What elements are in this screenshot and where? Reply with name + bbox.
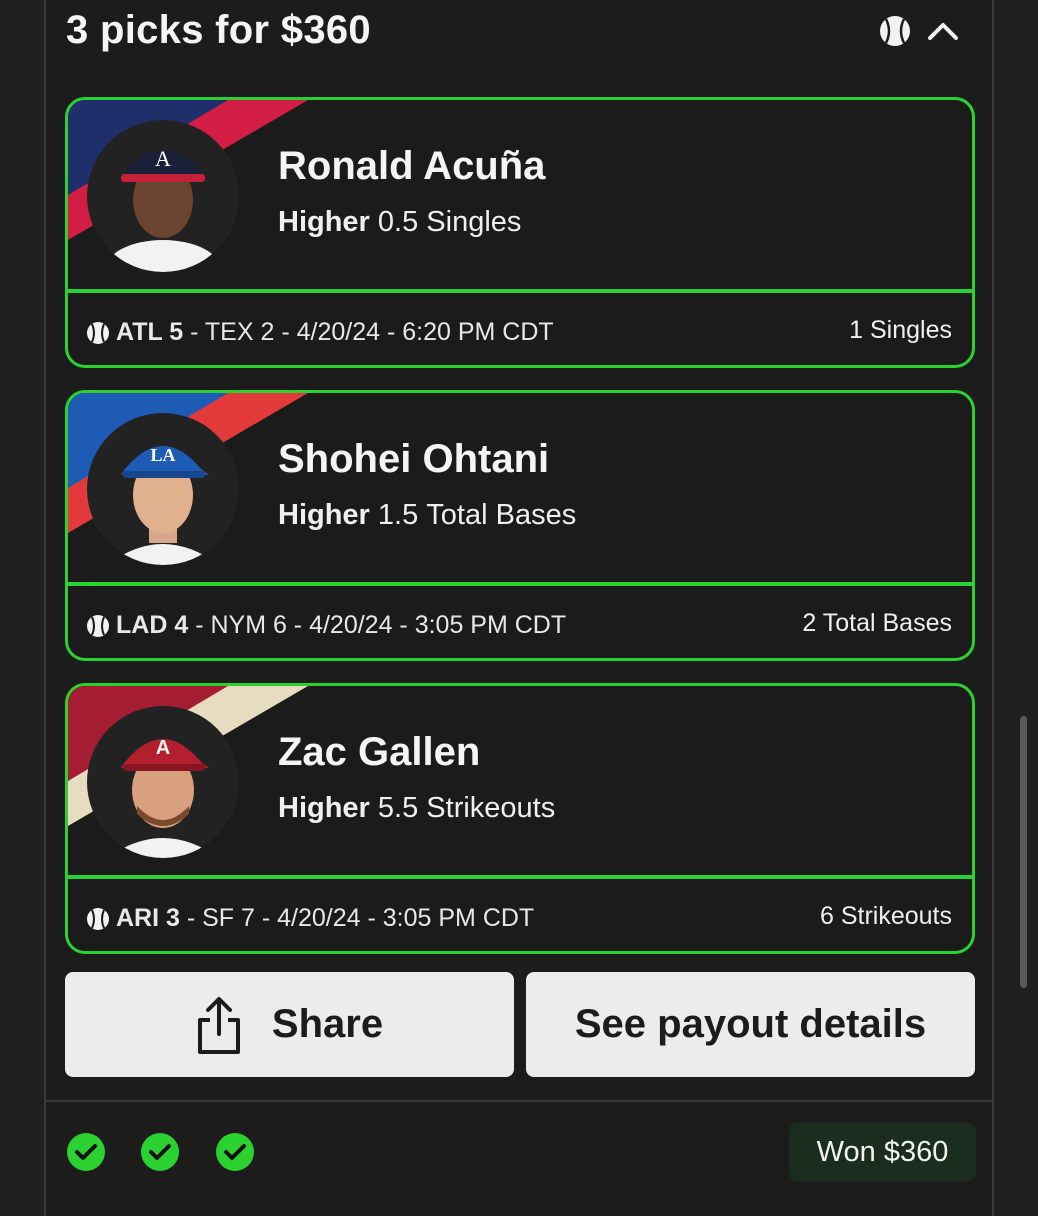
- player-avatar: A: [87, 120, 239, 272]
- status-badge: Won $360: [789, 1123, 976, 1181]
- player-name: Ronald Acuña: [278, 144, 546, 188]
- footer-divider: [46, 1100, 992, 1102]
- pick-line: Higher 0.5 Singles: [278, 206, 522, 238]
- pick-line: Higher 5.5 Strikeouts: [278, 792, 556, 824]
- card-divider: [68, 875, 972, 879]
- baseball-icon: [880, 16, 910, 46]
- entry-title: 3 picks for $360: [66, 8, 371, 52]
- check-circle-icon: [67, 1133, 105, 1171]
- pick-result: 6 Strikeouts: [819, 902, 952, 930]
- pick-card[interactable]: LA Shohei Ohtani Higher 1.5 Total Bases …: [65, 390, 975, 661]
- chevron-up-icon[interactable]: [926, 16, 960, 46]
- player-avatar: LA: [87, 413, 239, 565]
- baseball-icon: [87, 614, 109, 637]
- game-details: - TEX 2 - 4/20/24 - 6:20 PM CDT: [190, 318, 554, 346]
- pick-card[interactable]: A Ronald Acuña Higher 0.5 Singles ATL 5 …: [65, 97, 975, 368]
- pick-line: Higher 1.5 Total Bases: [278, 499, 577, 531]
- check-circle-icon: [216, 1133, 254, 1171]
- team-score: ATL 5: [116, 318, 184, 346]
- team-score: LAD 4: [116, 611, 189, 639]
- svg-text:LA: LA: [150, 445, 175, 465]
- share-label: Share: [271, 1002, 384, 1046]
- pick-result: 1 Singles: [849, 316, 952, 344]
- check-circle-icon: [141, 1133, 179, 1171]
- game-info: LAD 4 - NYM 6 - 4/20/24 - 3:05 PM CDT: [86, 611, 566, 640]
- baseball-icon: [87, 321, 109, 344]
- player-name: Zac Gallen: [278, 730, 481, 774]
- team-score: ARI 3: [116, 904, 180, 932]
- payout-details-label: See payout details: [574, 1002, 927, 1046]
- baseball-icon: [87, 907, 109, 930]
- payout-details-button[interactable]: See payout details: [526, 972, 975, 1077]
- svg-text:A: A: [156, 737, 170, 759]
- scrollbar[interactable]: [1020, 716, 1027, 988]
- card-divider: [68, 582, 972, 586]
- share-button[interactable]: Share: [65, 972, 514, 1077]
- entry-panel: 3 picks for $360 A Ronald Acuña Higher 0…: [44, 0, 994, 1216]
- game-details: - SF 7 - 4/20/24 - 3:05 PM CDT: [186, 904, 535, 932]
- pick-card[interactable]: A Zac Gallen Higher 5.5 Strikeouts ARI 3…: [65, 683, 975, 954]
- svg-text:A: A: [155, 146, 171, 171]
- player-name: Shohei Ohtani: [278, 437, 550, 481]
- share-icon: [197, 996, 240, 1054]
- player-avatar: A: [87, 706, 239, 858]
- card-divider: [68, 289, 972, 293]
- pick-result: 2 Total Bases: [802, 609, 952, 637]
- game-info: ARI 3 - SF 7 - 4/20/24 - 3:05 PM CDT: [86, 904, 534, 933]
- game-details: - NYM 6 - 4/20/24 - 3:05 PM CDT: [195, 611, 567, 639]
- game-info: ATL 5 - TEX 2 - 4/20/24 - 6:20 PM CDT: [86, 318, 554, 347]
